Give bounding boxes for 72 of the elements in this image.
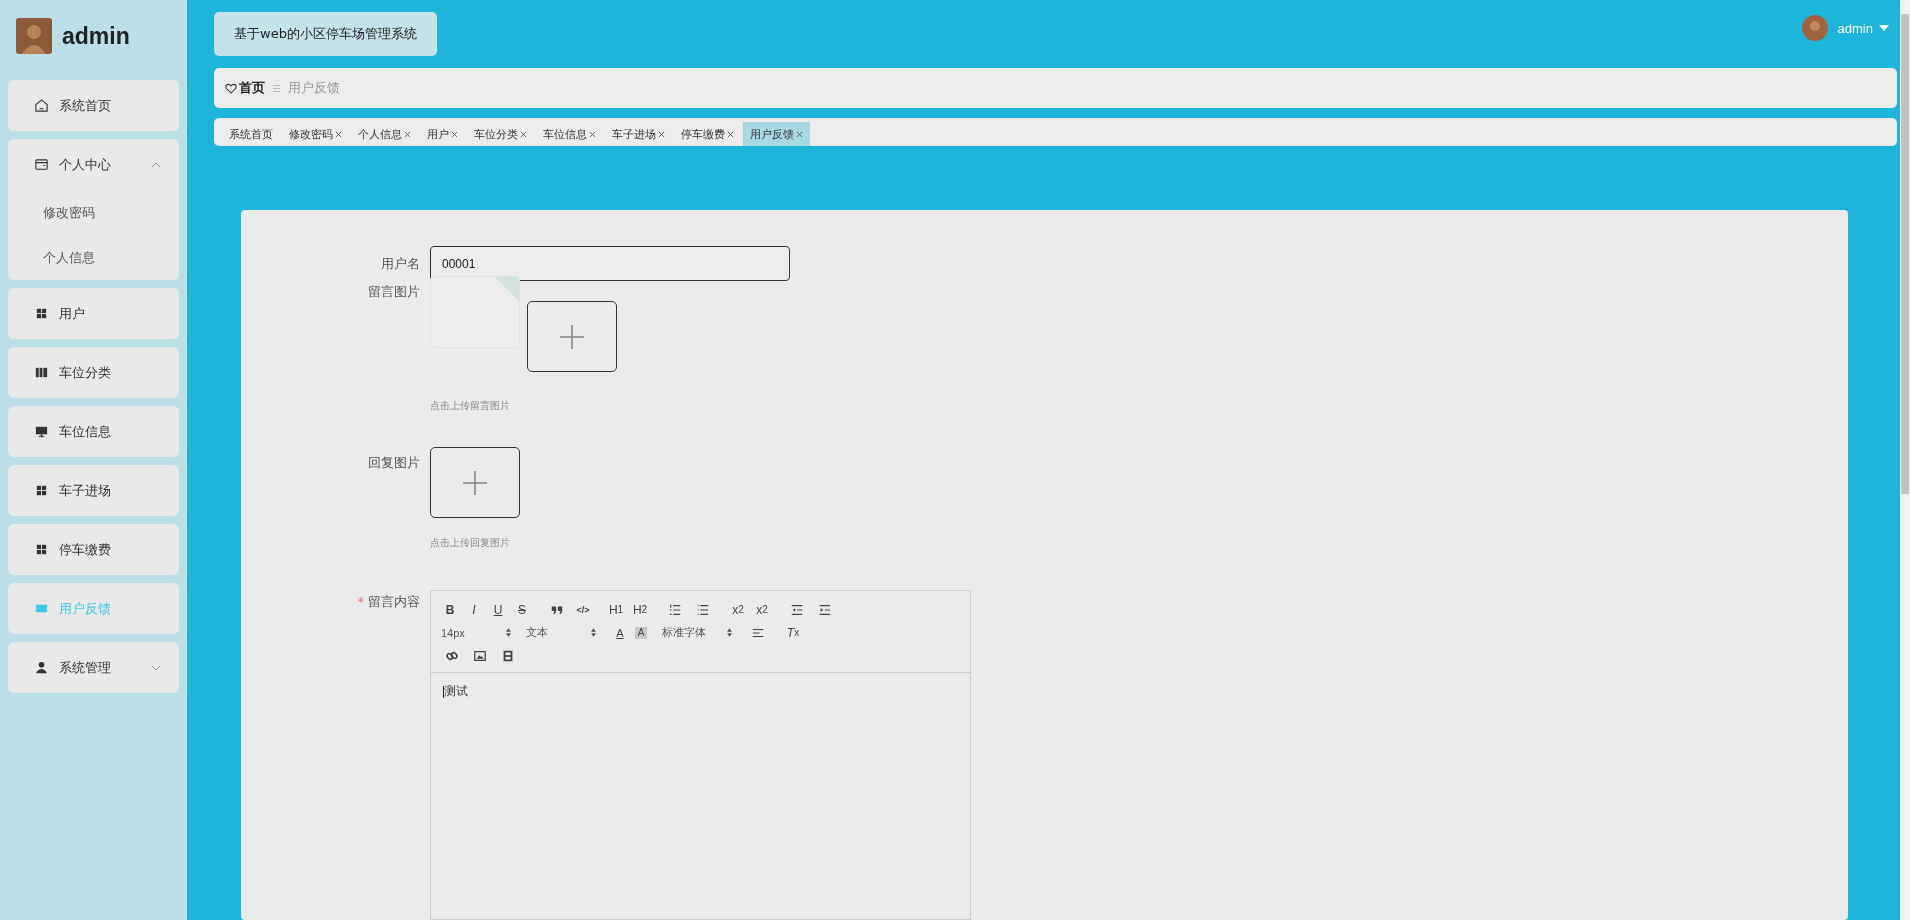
- page-tab[interactable]: 车子进场: [605, 122, 672, 146]
- toolbar-button[interactable]: </>: [574, 600, 592, 619]
- page-tab[interactable]: 修改密码: [282, 122, 349, 146]
- person-icon: [34, 660, 49, 675]
- menu-item[interactable]: 车位分类: [8, 347, 179, 398]
- close-icon[interactable]: [451, 130, 458, 138]
- field-label: 回复图片: [368, 455, 420, 470]
- page-tab[interactable]: 用户: [420, 122, 465, 146]
- plus-icon: [560, 324, 584, 349]
- page-tab[interactable]: 车位信息: [536, 122, 603, 146]
- menu-item[interactable]: 车位信息: [8, 406, 179, 457]
- field-label: 留言图片: [368, 284, 420, 299]
- sort-arrows-icon: [506, 628, 511, 637]
- chevron-up-icon: [151, 161, 161, 168]
- page-tab[interactable]: 车位分类: [467, 122, 534, 146]
- menu-item[interactable]: 用户: [8, 288, 179, 339]
- field-label: 留言内容: [368, 594, 420, 609]
- close-icon[interactable]: [589, 130, 596, 138]
- page-tab[interactable]: 用户反馈: [743, 122, 810, 146]
- separator-icon: [273, 84, 280, 92]
- plus-icon: [463, 470, 487, 495]
- toolbar-button[interactable]: A: [611, 623, 629, 642]
- close-icon[interactable]: [727, 130, 734, 138]
- app-title: 基于web的小区停车场管理系统: [214, 12, 437, 56]
- menu-item[interactable]: 系统首页: [8, 80, 179, 131]
- card-icon: [34, 157, 49, 172]
- toolbar-dropdown[interactable]: 文本: [526, 625, 596, 640]
- breadcrumb-link[interactable]: 首页: [225, 79, 265, 98]
- books-icon: [34, 365, 49, 380]
- avatar-icon: [1801, 15, 1828, 41]
- scrollbar[interactable]: [1900, 0, 1910, 920]
- avatar-icon: [16, 18, 52, 54]
- submenu-item[interactable]: 修改密码: [8, 190, 179, 235]
- grid-icon: [34, 542, 49, 557]
- toolbar-button[interactable]: B: [441, 600, 459, 619]
- menu-item[interactable]: 车子进场: [8, 465, 179, 516]
- editor-text-area[interactable]: 测试: [431, 673, 970, 710]
- grid-icon: [34, 306, 49, 321]
- close-icon[interactable]: [796, 130, 803, 138]
- user-name: admin: [62, 22, 130, 50]
- page-tab[interactable]: 个人信息: [351, 122, 418, 146]
- page-tab[interactable]: 系统首页: [222, 122, 280, 146]
- toolbar-dropdown[interactable]: 14px: [441, 626, 511, 639]
- monitor-icon: [34, 424, 49, 439]
- menu-item[interactable]: 个人中心: [8, 139, 179, 190]
- sort-arrows-icon: [591, 628, 596, 637]
- field-label: 用户名: [381, 256, 420, 271]
- upload-button[interactable]: [527, 301, 617, 372]
- toolbar-button[interactable]: A: [635, 626, 647, 639]
- toolbar-button[interactable]: I: [465, 600, 483, 619]
- close-icon[interactable]: [404, 130, 411, 138]
- sort-arrows-icon: [727, 628, 732, 637]
- toolbar-dropdown[interactable]: 标准字体: [662, 625, 732, 640]
- upload-button[interactable]: [430, 447, 520, 518]
- upload-hint: 点击上传回复图片: [430, 536, 511, 550]
- close-icon[interactable]: [658, 130, 665, 138]
- menu-item[interactable]: 系统管理: [8, 642, 179, 693]
- toolbar-button[interactable]: U: [489, 600, 507, 619]
- toolbar-button[interactable]: S: [513, 600, 531, 619]
- breadcrumb-item: 用户反馈: [288, 79, 340, 98]
- grid-icon: [34, 483, 49, 498]
- input-field[interactable]: 00001: [430, 246, 790, 281]
- page-tab[interactable]: 停车缴费: [674, 122, 741, 146]
- close-icon[interactable]: [520, 130, 527, 138]
- upload-hint: 点击上传留言图片: [430, 399, 511, 413]
- close-icon[interactable]: [335, 130, 342, 138]
- chevron-down-icon: [151, 664, 161, 671]
- required-mark: *: [357, 594, 364, 609]
- submenu-item[interactable]: 个人信息: [8, 235, 179, 280]
- heart-icon: [225, 82, 237, 94]
- house-icon: [34, 98, 49, 113]
- menu-item[interactable]: 停车缴费: [8, 524, 179, 575]
